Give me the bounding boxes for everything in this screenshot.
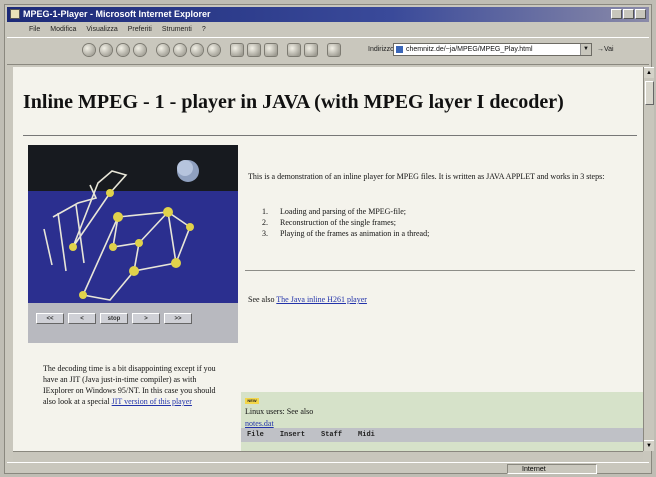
decoding-note: The decoding time is a bit disappointing… (43, 363, 223, 407)
close-button[interactable] (635, 9, 646, 19)
menu-file[interactable]: File (29, 24, 40, 36)
maximize-button[interactable] (623, 9, 634, 19)
menu-bar: File Modifica Visualizza Preferiti Strum… (7, 24, 649, 36)
edit-icon[interactable] (265, 44, 277, 56)
menu-strumenti[interactable]: Strumenti (162, 24, 192, 36)
video-frame (28, 145, 238, 303)
applet-menu-staff[interactable]: Staff (321, 428, 342, 442)
title-divider (23, 135, 637, 136)
player-controls: << < stop > >> (28, 303, 238, 343)
content-divider (245, 270, 635, 271)
linux-text: Linux users: See also (245, 407, 314, 416)
applet-menu-insert[interactable]: Insert (280, 428, 305, 442)
page-icon (396, 46, 403, 53)
vertical-scrollbar[interactable]: ▲ ▼ (643, 67, 654, 451)
go-button[interactable]: →Vai (597, 46, 614, 53)
page-title: Inline MPEG - 1 - player in JAVA (with M… (23, 91, 564, 113)
title-bar: MPEG-1-Player - Microsoft Internet Explo… (7, 7, 649, 22)
menu-modifica[interactable]: Modifica (50, 24, 76, 36)
menu-visualizza[interactable]: Visualizza (86, 24, 117, 36)
intro-text: This is a demonstration of an inline pla… (248, 172, 605, 181)
scroll-down-icon[interactable]: ▼ (644, 440, 654, 451)
address-value: chemnitz.de/~ja/MPEG/MPEG_Play.html (406, 46, 533, 53)
applet-menu-file[interactable]: File (247, 428, 264, 442)
steps-list: 1. Loading and parsing of the MPEG-file; … (262, 206, 429, 239)
discuss-icon[interactable] (288, 44, 300, 56)
messenger-icon[interactable] (305, 44, 317, 56)
address-label: Indirizzo (368, 46, 395, 53)
fast-forward-button[interactable]: >> (164, 313, 192, 324)
print-icon[interactable] (248, 44, 260, 56)
rewind-button[interactable]: << (36, 313, 64, 324)
step-forward-button[interactable]: > (132, 313, 160, 324)
forward-icon[interactable] (100, 44, 112, 56)
internet-zone-label: Internet (522, 466, 546, 473)
linux-panel: NEW Linux users: See also notes.dat File… (241, 392, 643, 451)
address-input[interactable]: chemnitz.de/~ja/MPEG/MPEG_Play.html ▼ (393, 43, 592, 56)
search-icon[interactable] (174, 44, 186, 56)
stop-icon[interactable] (117, 44, 129, 56)
h261-player-link[interactable]: The Java inline H261 player (276, 295, 367, 304)
step-text: Loading and parsing of the MPEG-file; (280, 207, 406, 216)
window-title: MPEG-1-Player - Microsoft Internet Explo… (23, 9, 211, 19)
new-badge: NEW (245, 398, 259, 404)
toolbar: Indirizzo chemnitz.de/~ja/MPEG/MPEG_Play… (7, 37, 649, 65)
applet-menu-midi[interactable]: Midi (358, 428, 375, 442)
menu-help[interactable]: ? (202, 24, 206, 36)
ie-icon (10, 9, 20, 19)
security-zone: Internet (507, 464, 597, 474)
related-icon[interactable] (328, 44, 340, 56)
scroll-thumb[interactable] (645, 81, 654, 105)
status-bar: Internet (7, 462, 649, 475)
favorites-icon[interactable] (191, 44, 203, 56)
list-item: 2. Reconstruction of the single frames; (262, 218, 396, 227)
window-controls (611, 9, 646, 19)
mail-icon[interactable] (231, 44, 243, 56)
address-dropdown-icon[interactable]: ▼ (580, 44, 591, 55)
see-also: See also The Java inline H261 player (248, 295, 367, 304)
history-icon[interactable] (208, 44, 220, 56)
menu-preferiti[interactable]: Preferiti (128, 24, 152, 36)
browser-window: MPEG-1-Player - Microsoft Internet Explo… (4, 4, 654, 475)
step-back-button[interactable]: < (68, 313, 96, 324)
step-text: Reconstruction of the single frames; (280, 218, 396, 227)
list-item: 3. Playing of the frames as animation in … (262, 229, 430, 238)
jit-version-link[interactable]: JIT version of this player (112, 397, 192, 406)
step-text: Playing of the frames as animation in a … (280, 229, 430, 238)
applet-menu: File Insert Staff Midi (241, 428, 643, 442)
stop-button[interactable]: stop (100, 313, 128, 324)
mpeg-player-applet[interactable]: << < stop > >> (28, 145, 238, 343)
refresh-icon[interactable] (134, 44, 146, 56)
list-item: 1. Loading and parsing of the MPEG-file; (262, 207, 406, 216)
horizontal-scrollbar[interactable] (13, 451, 643, 462)
go-label: Vai (604, 46, 614, 53)
page-content: Inline MPEG - 1 - player in JAVA (with M… (13, 67, 643, 451)
linux-link[interactable]: notes.dat (245, 419, 274, 428)
back-icon[interactable] (83, 44, 95, 56)
home-icon[interactable] (157, 44, 169, 56)
scroll-up-icon[interactable]: ▲ (644, 67, 654, 78)
minimize-button[interactable] (611, 9, 622, 19)
see-also-label: See also (248, 295, 275, 304)
